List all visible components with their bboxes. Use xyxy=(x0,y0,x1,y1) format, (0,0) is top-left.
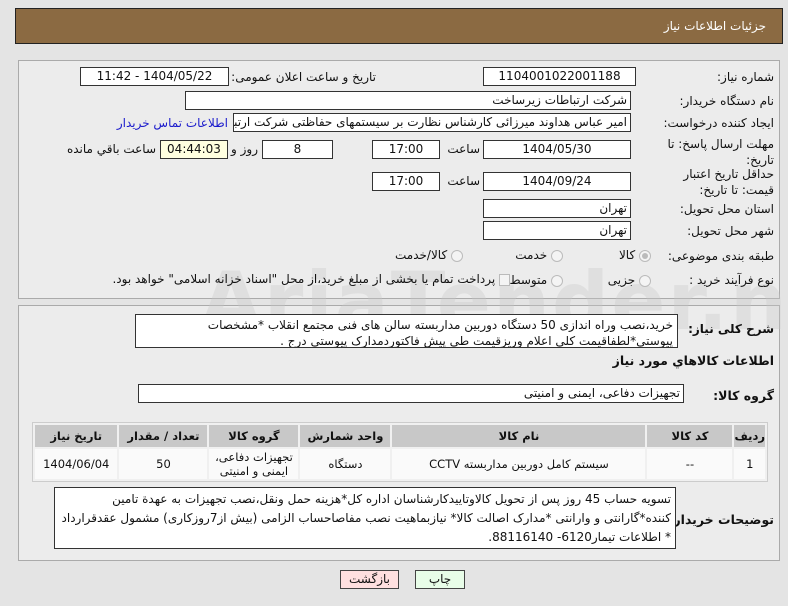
radio-icon xyxy=(551,274,563,287)
goods-section-title: اطلاعات کالاهاي مورد نیاز xyxy=(612,353,774,368)
col-header: تعداد / مقدار xyxy=(119,425,208,447)
cell-unit: دستگاه xyxy=(300,449,391,479)
deadline-date-field: 1404/05/30 xyxy=(483,140,631,159)
cell-qty: 50 xyxy=(119,449,208,479)
goods-group-label: گروه کالا: xyxy=(713,388,774,403)
description-label: شرح کلی نیاز: xyxy=(688,322,774,336)
radio-icon xyxy=(551,249,563,262)
validity-date-field: 1404/09/24 xyxy=(483,172,631,191)
print-button[interactable]: چاپ xyxy=(415,570,465,589)
creator-field: امیر عباس هداوند میرزائی کارشناس نظارت ب… xyxy=(233,113,631,132)
process-radio-medium[interactable]: متوسط xyxy=(509,273,563,287)
cell-row: 1 xyxy=(734,449,765,479)
notes-textarea[interactable]: تسویه حساب 45 روز پس از تحویل کالاوتایید… xyxy=(54,487,676,549)
category-label: طبقه بندی موضوعی: xyxy=(667,249,774,263)
buyer-org-field: شرکت ارتباطات زیرساخت xyxy=(185,91,631,110)
category-radio-service[interactable]: خدمت xyxy=(515,248,563,262)
radio-icon xyxy=(639,249,651,262)
creator-label: ایجاد کننده درخواست: xyxy=(663,116,774,130)
col-header: واحد شمارش xyxy=(300,425,391,447)
col-header: تاریخ نیاز xyxy=(35,425,118,447)
page-title: جزئیات اطلاعات نیاز xyxy=(663,19,766,33)
announce-label: تاریخ و ساعت اعلان عمومی: xyxy=(231,70,376,84)
description-textarea[interactable]: خرید،نصب وراه اندازی 50 دستگاه دوربین مد… xyxy=(135,314,678,348)
city-label: شهر محل تحویل: xyxy=(687,224,774,238)
col-header: ردیف xyxy=(734,425,765,447)
process-label: نوع فرآیند خرید : xyxy=(689,273,774,287)
deadline-time-field: 17:00 xyxy=(372,140,440,159)
cell-date: 1404/06/04 xyxy=(35,449,118,479)
cell-name: سیستم کامل دوربین مداربسته CCTV xyxy=(392,449,646,479)
buyer-org-label: نام دستگاه خریدار: xyxy=(679,94,775,108)
validity-time-field: 17:00 xyxy=(372,172,440,191)
announce-field: 1404/05/22 - 11:42 xyxy=(80,67,229,86)
col-header: گروه کالا xyxy=(209,425,299,447)
process-radio-minor[interactable]: جزیی xyxy=(608,273,651,287)
days-field: 8 xyxy=(262,140,333,159)
notes-label: توضیحات خریدار: xyxy=(668,512,774,527)
back-button[interactable]: بازگشت xyxy=(340,570,399,589)
remaining-label: ساعت باقي مانده xyxy=(66,142,156,156)
need-number-label: شماره نیاز: xyxy=(717,70,774,84)
need-number-field: 1104001022001188 xyxy=(483,67,636,86)
table-row: 1 -- سیستم کامل دوربین مداربسته CCTV دست… xyxy=(35,449,765,479)
page-header: جزئیات اطلاعات نیاز xyxy=(15,8,783,44)
deadline-label: مهلت ارسال پاسخ: تا تاریخ: xyxy=(667,137,774,167)
payment-checkbox[interactable]: پرداخت تمام یا بخشی از مبلغ خرید،از محل … xyxy=(112,272,510,286)
checkbox-icon xyxy=(499,273,510,286)
cell-code: -- xyxy=(647,449,733,479)
province-field: تهران xyxy=(483,199,631,218)
cell-group: تجهیزات دفاعی، ایمنی و امنیتی xyxy=(209,449,299,479)
col-header: کد کالا xyxy=(647,425,733,447)
validity-label: حداقل تاریخ اعتبار قیمت: تا تاریخ: xyxy=(683,167,774,197)
col-header: نام کالا xyxy=(392,425,646,447)
city-field: تهران xyxy=(483,221,631,240)
validity-time-label: ساعت xyxy=(447,174,480,188)
category-radio-goods-service[interactable]: کالا/خدمت xyxy=(395,248,463,262)
province-label: استان محل تحویل: xyxy=(679,202,774,216)
goods-table: ردیف کد کالا نام کالا واحد شمارش گروه کا… xyxy=(32,422,768,482)
buyer-contact-link[interactable]: اطلاعات تماس خریدار xyxy=(117,116,228,130)
category-radio-goods[interactable]: کالا xyxy=(619,248,651,262)
remaining-time-field: 04:44:03 xyxy=(160,140,228,159)
days-label: روز و xyxy=(231,142,258,156)
radio-icon xyxy=(451,249,463,262)
radio-icon xyxy=(639,274,651,287)
deadline-time-label: ساعت xyxy=(447,142,480,156)
goods-group-field: تجهیزات دفاعی، ایمنی و امنیتی xyxy=(138,384,684,403)
